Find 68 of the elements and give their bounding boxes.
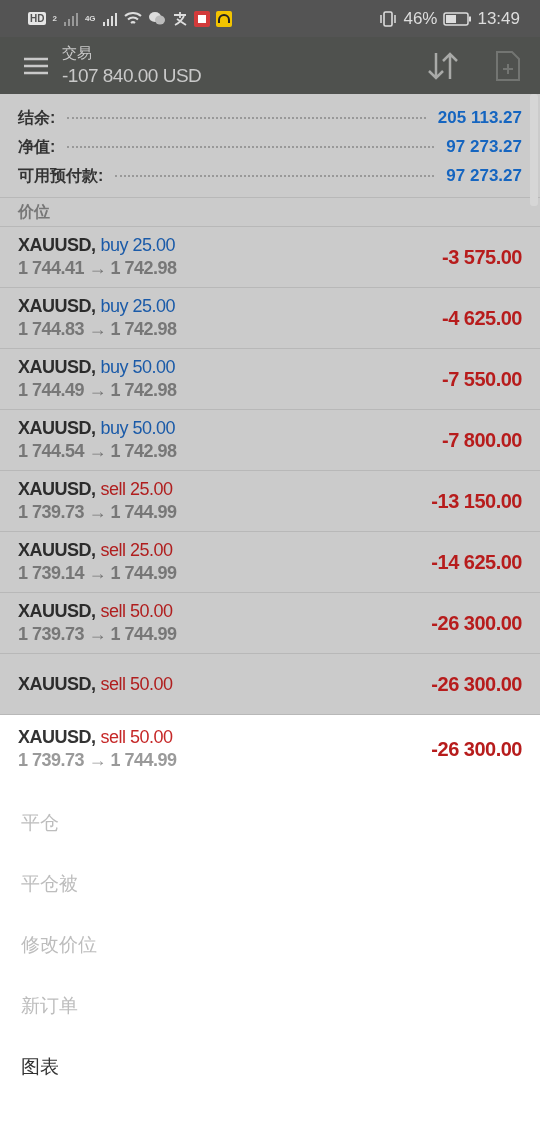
clock-time: 13:49: [477, 8, 520, 29]
position-row[interactable]: XAUUSD, buy 50.00 1 744.54 → 1 742.98 -7 800.00: [0, 410, 540, 471]
price-change-label: 1 744.49 → 1 742.98: [18, 380, 178, 401]
symbol-label: XAUUSD,: [18, 540, 96, 561]
payment-icon: [171, 10, 188, 27]
profit-value: -13 150.00: [431, 489, 522, 513]
symbol-label: XAUUSD,: [18, 296, 96, 317]
profit-value: -7 550.00: [442, 367, 522, 391]
summary-label: 可用预付款:: [18, 166, 104, 187]
summary-value: 97 273.27: [446, 166, 522, 187]
price-change-label: 1 739.14 → 1 744.99: [18, 563, 178, 584]
order-type-label: buy 50.00: [100, 418, 176, 439]
hd-badge: HD: [28, 12, 47, 26]
price-change-label: 1 739.73 → 1 744.99: [18, 750, 178, 771]
profit-value: -26 300.00: [431, 737, 522, 761]
order-type-label: sell 25.00: [100, 479, 173, 500]
wifi-icon: [123, 11, 142, 27]
profit-value: -14 625.00: [431, 550, 522, 574]
summary-label: 结余:: [18, 108, 56, 129]
order-type-label: sell 25.00: [100, 540, 173, 561]
chat-icon: [147, 11, 166, 27]
order-type-label: buy 50.00: [100, 357, 176, 378]
symbol-label: XAUUSD,: [18, 727, 96, 748]
profit-value: -7 800.00: [442, 428, 522, 452]
order-type-label: sell 50.00: [100, 601, 173, 622]
profit-value: -4 625.00: [442, 306, 522, 330]
profit-value: -3 575.00: [442, 245, 522, 269]
price-change-label: 1 739.73 → 1 744.99: [18, 502, 178, 523]
position-row[interactable]: XAUUSD, sell 50.00 1 739.73 → 1 744.99 -26 300.00: [0, 593, 540, 654]
summary-value: 205 113.27: [437, 108, 522, 129]
vibrate-icon: [379, 10, 398, 27]
menu-icon[interactable]: [24, 56, 48, 75]
app-icon: [215, 10, 232, 27]
balance-text: -107 840.00 USD: [62, 65, 203, 88]
symbol-label: XAUUSD,: [18, 418, 96, 439]
position-row[interactable]: XAUUSD, sell 25.00 1 739.73 → 1 744.99 -13 150.00: [0, 471, 540, 532]
profit-value: -26 300.00: [431, 672, 522, 696]
position-row[interactable]: XAUUSD, buy 25.00 1 744.83 → 1 742.98 -4 625.00: [0, 288, 540, 349]
app-icon: [193, 10, 210, 27]
screen-title: 交易: [62, 44, 93, 64]
symbol-label: XAUUSD,: [18, 357, 96, 378]
price-change-label: 1 744.83 → 1 742.98: [18, 319, 178, 340]
symbol-label: XAUUSD,: [18, 601, 96, 622]
symbol-label: XAUUSD,: [18, 479, 96, 500]
profit-value: -26 300.00: [431, 611, 522, 635]
symbol-label: XAUUSD,: [18, 673, 96, 695]
position-row[interactable]: XAUUSD, buy 25.00 1 744.41 → 1 742.98 -3 575.00: [0, 227, 540, 288]
price-change-label: 1 744.54 → 1 742.98: [18, 441, 178, 462]
summary-label: 净值:: [18, 137, 56, 158]
order-type-label: buy 25.00: [100, 296, 176, 317]
sim-label: 2: [52, 14, 57, 24]
menu-action[interactable]: 图表: [0, 1036, 540, 1097]
symbol-label: XAUUSD,: [18, 235, 96, 256]
price-change-label: 1 739.73 → 1 744.99: [18, 624, 178, 645]
network-label: 4G: [84, 14, 96, 24]
battery-icon: [443, 11, 472, 26]
section-title: 价位: [0, 198, 540, 227]
signal-icon: [101, 10, 118, 27]
battery-percent: 46%: [403, 8, 438, 29]
order-type-label: buy 25.00: [100, 235, 176, 256]
order-type-label: sell 50.00: [100, 727, 173, 748]
summary-value: 97 273.27: [446, 137, 522, 158]
price-change-label: 1 744.41 → 1 742.98: [18, 258, 178, 279]
position-row[interactable]: XAUUSD, sell 25.00 1 739.14 → 1 744.99 -14 625.00: [0, 532, 540, 593]
position-row[interactable]: XAUUSD, buy 50.00 1 744.49 → 1 742.98 -7 550.00: [0, 349, 540, 410]
sort-icon[interactable]: [426, 50, 460, 81]
signal-icon: [62, 10, 79, 27]
order-type-label: sell 50.00: [100, 673, 173, 695]
